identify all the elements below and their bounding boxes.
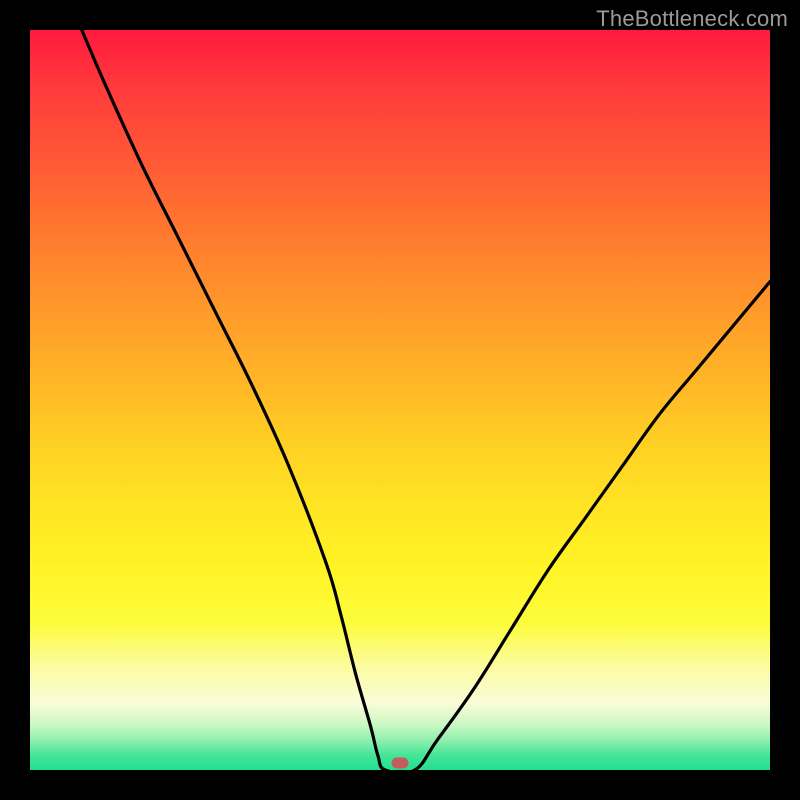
bottleneck-curve bbox=[30, 30, 770, 770]
chart-frame: TheBottleneck.com bbox=[0, 0, 800, 800]
bottleneck-marker bbox=[392, 757, 409, 768]
plot-area bbox=[30, 30, 770, 770]
watermark-text: TheBottleneck.com bbox=[596, 6, 788, 32]
